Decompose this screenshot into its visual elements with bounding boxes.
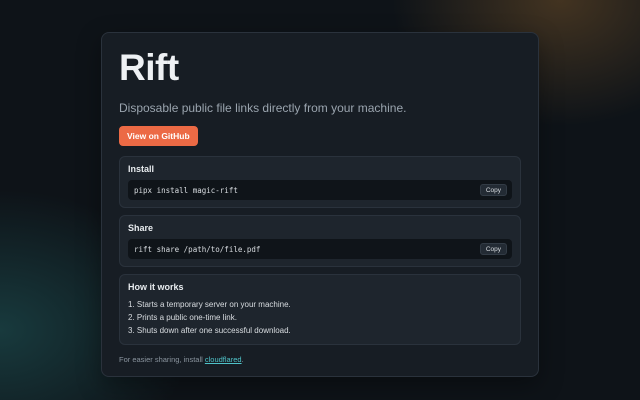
how-it-works-section: How it works 1. Starts a temporary serve…: [119, 274, 521, 345]
how-step-3: 3. Shuts down after one successful downl…: [128, 326, 291, 335]
install-command: pipx install magic-rift: [134, 185, 238, 195]
how-step-1: 1. Starts a temporary server on your mac…: [128, 300, 291, 309]
share-section-title: Share: [128, 223, 154, 233]
how-it-works-list: 1. Starts a temporary server on your mac…: [128, 298, 512, 337]
install-command-box: pipx install magic-rift Copy: [128, 180, 512, 200]
page-subtitle: Disposable public file links directly fr…: [119, 101, 407, 115]
cloudflared-link[interactable]: cloudflared: [205, 355, 242, 364]
install-copy-button[interactable]: Copy: [479, 184, 507, 196]
main-card: Rift Disposable public file links direct…: [101, 32, 539, 377]
how-step-2: 2. Prints a public one-time link.: [128, 313, 237, 322]
footer-text-suffix: .: [241, 355, 244, 364]
share-copy-button[interactable]: Copy: [479, 243, 507, 255]
share-command-box: rift share /path/to/file.pdf Copy: [128, 239, 512, 259]
share-command: rift share /path/to/file.pdf: [134, 244, 261, 254]
view-on-github-button[interactable]: View on GitHub: [119, 126, 198, 146]
how-it-works-title: How it works: [128, 282, 184, 292]
page-title: Rift: [119, 47, 179, 88]
share-section: Share rift share /path/to/file.pdf Copy: [119, 215, 521, 267]
install-section: Install pipx install magic-rift Copy: [119, 156, 521, 208]
install-section-title: Install: [128, 164, 155, 174]
footer-text-prefix: For easier sharing, install: [119, 355, 205, 364]
footer-note: For easier sharing, install cloudflared.: [119, 355, 521, 364]
